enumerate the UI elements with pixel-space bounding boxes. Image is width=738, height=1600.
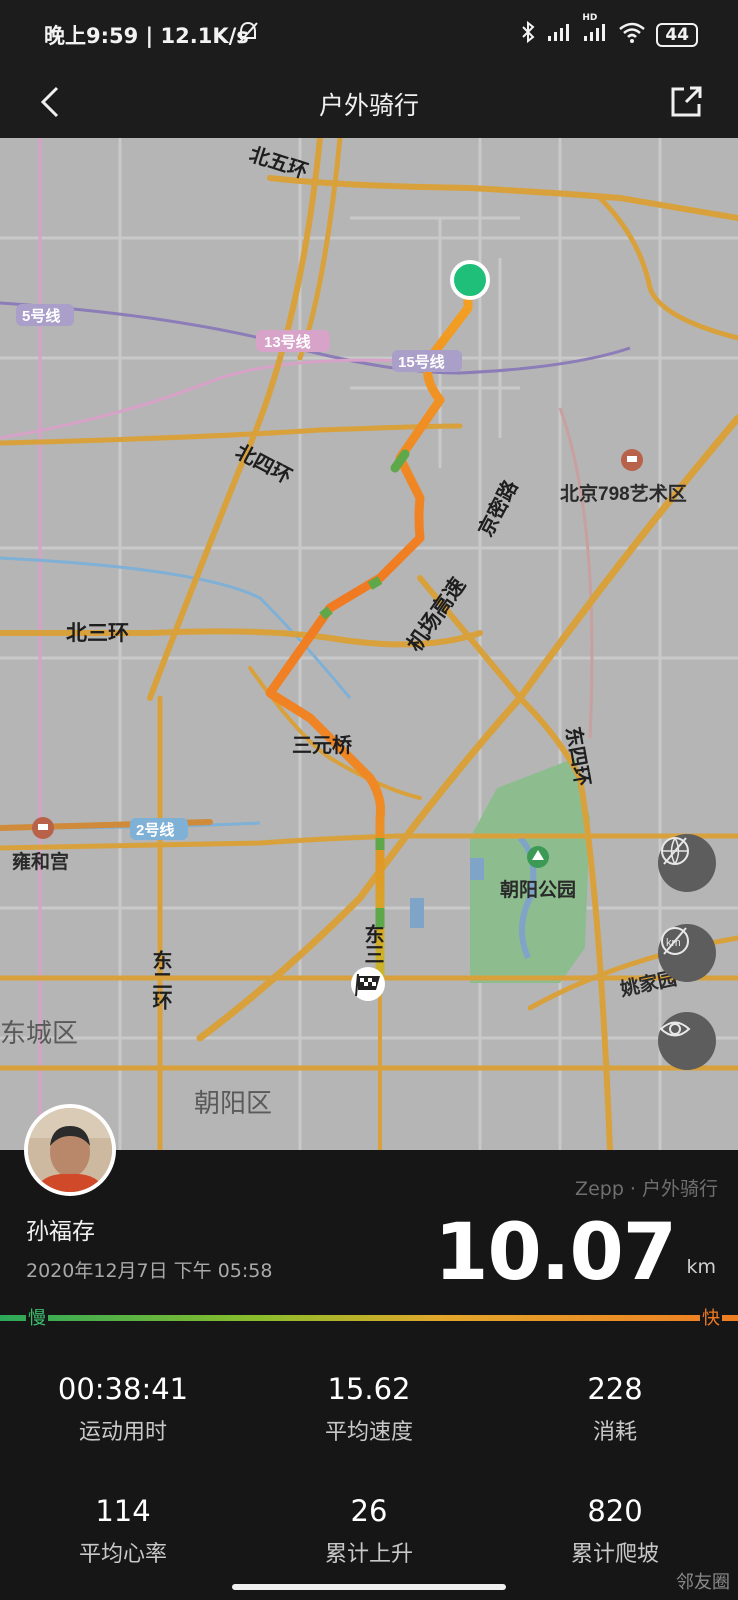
- avatar[interactable]: [24, 1104, 116, 1196]
- speed-legend-slow: 慢: [26, 1304, 48, 1330]
- map-label-east-3rd-ring-fragment: 东三: [361, 923, 384, 964]
- stat-duration: 00:38:41 运动用时: [0, 1372, 246, 1446]
- stat-elevation-gain: 26 累计上升: [246, 1494, 492, 1568]
- workout-date: 2020年12月7日 下午 05:58: [26, 1260, 273, 1282]
- status-bar: 晚上9:59 | 12.1K/s HD 44: [0, 0, 738, 68]
- map-layer-toggle-button[interactable]: [658, 834, 716, 892]
- map-label-dongcheng-district: 东城区: [0, 1018, 78, 1048]
- km-off-icon: km: [661, 927, 689, 955]
- wifi-icon: [618, 21, 646, 48]
- map-canvas: 北五环 5号线 13号线 15号线 北四环 京密路 北京798艺术区 机场高速 …: [0, 138, 738, 1150]
- visibility-toggle-button[interactable]: [658, 1012, 716, 1070]
- watermark: 邻友圈: [676, 1572, 730, 1593]
- stat-value: 820: [587, 1494, 643, 1528]
- stat-value: 26: [350, 1494, 388, 1528]
- route-map[interactable]: 北五环 5号线 13号线 15号线 北四环 京密路 北京798艺术区 机场高速 …: [0, 138, 738, 1150]
- stat-label: 平均心率: [78, 1542, 167, 1567]
- status-time-speed: 晚上9:59 | 12.1K/s: [44, 24, 249, 48]
- park-area: [470, 758, 590, 983]
- share-icon: [671, 86, 702, 117]
- page-title: 户外骑行: [318, 91, 419, 120]
- distance-unit: km: [686, 1256, 716, 1278]
- map-label-line-13: 13号线: [264, 333, 311, 351]
- finish-flag-icon: [351, 967, 385, 1001]
- speed-legend-fast: 快: [700, 1304, 722, 1330]
- map-label-line-15: 15号线: [398, 353, 445, 371]
- stat-label: 平均速度: [324, 1420, 413, 1445]
- park-pin-icon: [527, 846, 549, 868]
- eye-icon: [659, 1021, 691, 1037]
- stat-label: 累计上升: [324, 1542, 413, 1567]
- signal-icon: [546, 21, 572, 48]
- hd-label: HD: [582, 13, 598, 23]
- battery-indicator: 44: [656, 22, 698, 47]
- stat-value: 00:38:41: [57, 1372, 189, 1406]
- stat-value: 15.62: [327, 1372, 411, 1406]
- user-photo: [28, 1108, 112, 1192]
- globe-off-icon: [661, 837, 689, 865]
- km-marker-toggle-button[interactable]: km: [658, 924, 716, 982]
- bluetooth-icon: [520, 20, 536, 49]
- map-label-yonghe-temple: 雍和宫: [12, 850, 69, 873]
- map-label-north-3rd-ring: 北三环: [66, 622, 129, 645]
- mute-icon: [236, 20, 260, 50]
- stat-avg-heart-rate: 114 平均心率: [0, 1494, 246, 1568]
- stat-value: 228: [587, 1372, 643, 1406]
- stat-value: 114: [95, 1494, 151, 1528]
- stat-label: 运动用时: [78, 1420, 167, 1445]
- home-indicator[interactable]: [232, 1584, 506, 1590]
- signal-hd-icon: HD: [582, 13, 608, 48]
- stat-calories: 228 消耗: [492, 1372, 738, 1446]
- stat-label: 累计爬坡: [570, 1542, 659, 1567]
- map-label-798-art-district: 北京798艺术区: [560, 482, 687, 505]
- yonghe-temple-pin-icon: [32, 817, 54, 839]
- map-label-east-2nd-ring: 东二环: [149, 949, 172, 1010]
- map-label-line-2: 2号线: [136, 821, 174, 839]
- workout-summary-panel: 孙福存 2020年12月7日 下午 05:58 Zepp · 户外骑行 10.0…: [0, 1104, 738, 1600]
- start-marker: [450, 260, 490, 300]
- speed-legend-bar: [0, 1315, 738, 1321]
- map-label-chaoyang-park: 朝阳公园: [500, 879, 576, 901]
- stat-total-climb: 820 累计爬坡: [492, 1494, 738, 1568]
- workout-source: Zepp · 户外骑行: [575, 1178, 718, 1200]
- art-district-pin-icon: [621, 449, 643, 471]
- distance-value: 10.07: [434, 1208, 677, 1298]
- map-label-north-4th-ring: 北四环: [232, 440, 296, 488]
- map-label-chaoyang-district: 朝阳区: [194, 1088, 272, 1118]
- stat-avg-speed: 15.62 平均速度: [246, 1372, 492, 1446]
- map-label-line-5: 5号线: [22, 307, 60, 325]
- share-button[interactable]: [664, 80, 708, 124]
- stat-label: 消耗: [592, 1420, 637, 1445]
- user-name: 孙福存: [26, 1219, 95, 1245]
- nav-bar: 户外骑行: [0, 68, 738, 138]
- map-label-sanyuan-bridge: 三元桥: [292, 734, 353, 757]
